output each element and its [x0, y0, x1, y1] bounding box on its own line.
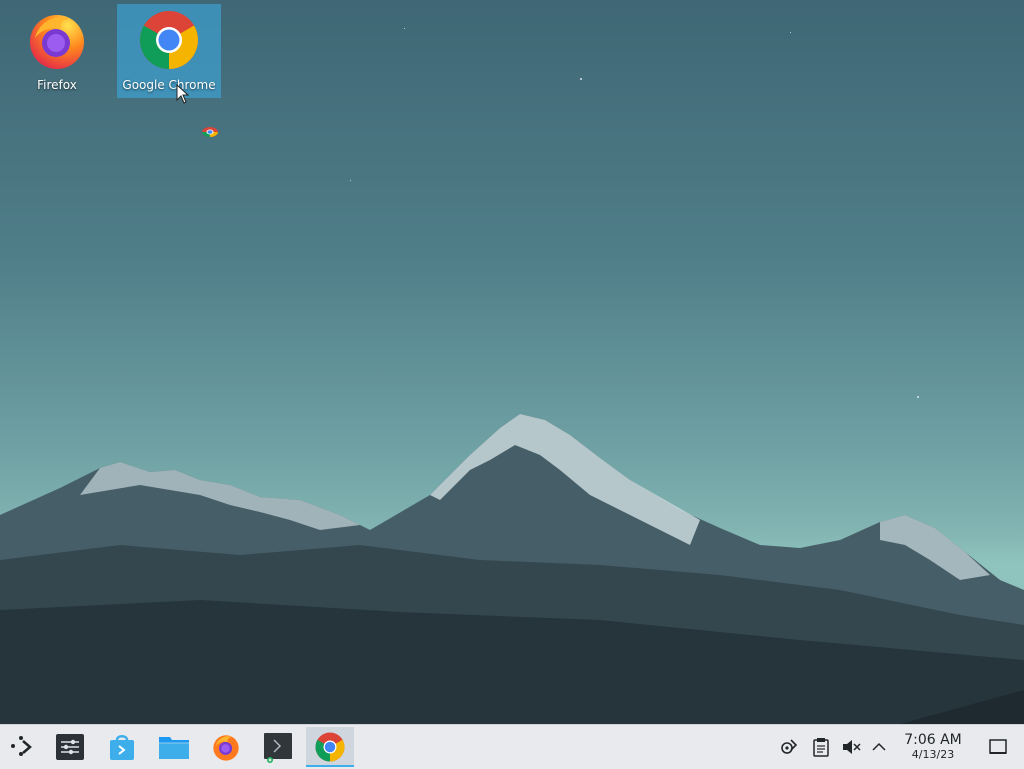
application-launcher-button[interactable] — [0, 727, 44, 767]
desktop-icon-label: Google Chrome — [122, 78, 216, 92]
star — [350, 180, 351, 181]
taskbar-konsole[interactable] — [256, 727, 300, 767]
star — [917, 396, 919, 398]
taskbar: 7:06 AM 4/13/23 — [0, 724, 1024, 769]
star — [790, 32, 791, 33]
clock-time: 7:06 AM — [904, 732, 962, 748]
dolphin-file-manager-icon — [159, 737, 189, 759]
firefox-icon — [30, 15, 84, 69]
chrome-icon — [315, 732, 345, 762]
show-hidden-icons-chevron-up-icon[interactable] — [869, 737, 889, 757]
application-launcher-icon — [11, 736, 32, 756]
chrome-icon — [140, 11, 198, 69]
taskbar-google-chrome[interactable] — [306, 727, 354, 767]
taskbar-system-settings[interactable] — [48, 727, 92, 767]
mountain-wallpaper — [0, 414, 1024, 724]
desktop-icon-google-chrome[interactable]: Google Chrome — [117, 4, 221, 98]
taskbar-dolphin-file-manager[interactable] — [152, 727, 196, 767]
kde-connect-icon[interactable] — [780, 737, 800, 757]
clock-date: 4/13/23 — [911, 748, 955, 761]
taskbar-discover[interactable] — [100, 727, 144, 767]
desktop-icon-label: Firefox — [37, 78, 77, 92]
desktop-icon-firefox[interactable]: Firefox — [5, 4, 109, 98]
chrome-drag-icon — [202, 127, 218, 137]
system-settings-icon — [56, 734, 84, 760]
show-desktop-icon[interactable] — [988, 737, 1008, 757]
star — [580, 78, 582, 80]
mouse-cursor-icon — [176, 84, 190, 104]
discover-store-icon — [110, 735, 134, 760]
star — [404, 28, 405, 29]
digital-clock[interactable]: 7:06 AM 4/13/23 — [896, 732, 970, 761]
clipboard-icon[interactable] — [811, 737, 831, 757]
konsole-terminal-icon — [264, 733, 292, 763]
firefox-icon — [213, 735, 239, 761]
taskbar-firefox[interactable] — [204, 727, 248, 767]
volume-muted-icon[interactable] — [841, 737, 861, 757]
desktop-wallpaper[interactable]: Firefox Google Chrome — [0, 0, 1024, 724]
